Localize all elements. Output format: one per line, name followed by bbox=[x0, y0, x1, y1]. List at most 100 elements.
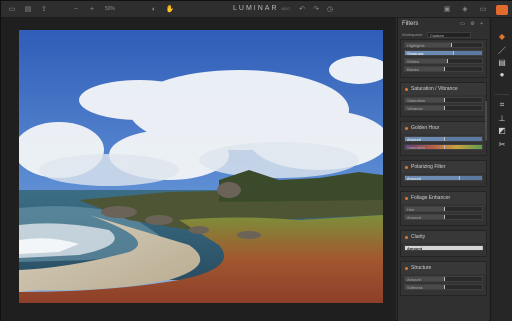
filter-enabled-dot[interactable] bbox=[405, 87, 408, 91]
slider[interactable]: Amount bbox=[404, 175, 483, 181]
histogram-icon[interactable]: ▭ bbox=[478, 5, 488, 14]
clone-stamp-icon[interactable]: ⊥ bbox=[496, 114, 508, 124]
filter-header[interactable]: Clarity bbox=[401, 231, 486, 243]
filter-4: Foliage Enhancer Hue Amount bbox=[400, 191, 487, 226]
filter-header[interactable]: Saturation / Vibrance bbox=[401, 83, 486, 95]
filter-enabled-dot[interactable] bbox=[405, 196, 408, 200]
slider-handle[interactable] bbox=[443, 207, 445, 211]
slider-handle[interactable] bbox=[451, 43, 453, 47]
slider-handle[interactable] bbox=[447, 59, 449, 63]
workspace-dropdown[interactable]: Custom bbox=[427, 31, 472, 38]
slider[interactable]: Amount bbox=[404, 245, 483, 251]
workspace-row: Workspace: Custom bbox=[398, 30, 489, 39]
hand-icon[interactable]: ✋ bbox=[165, 5, 175, 14]
slider-handle[interactable] bbox=[443, 215, 445, 219]
slider-label: Amount bbox=[407, 137, 421, 142]
slider[interactable]: Highlights bbox=[404, 42, 483, 48]
slider[interactable]: Amount bbox=[404, 136, 483, 142]
open-folder-icon[interactable]: ▭ bbox=[7, 5, 17, 14]
filter-enabled-dot[interactable] bbox=[405, 266, 408, 270]
slider[interactable]: Softness bbox=[404, 284, 483, 290]
undo-icon[interactable]: ↶ bbox=[297, 5, 307, 14]
slider[interactable]: Amount bbox=[404, 214, 483, 220]
filter-title: Polarizing Filter bbox=[411, 164, 446, 170]
filter-header[interactable]: Golden Hour bbox=[401, 122, 486, 134]
filter-body: Amount Saturation bbox=[401, 134, 486, 155]
slider-label: Blacks bbox=[407, 67, 419, 72]
slider-label: Saturation bbox=[407, 145, 426, 150]
zoom-in-icon[interactable]: + bbox=[87, 5, 97, 14]
slider-handle[interactable] bbox=[443, 98, 445, 102]
presets-icon[interactable]: ◈ bbox=[460, 5, 470, 14]
slider-label: Shadows bbox=[407, 51, 424, 56]
filter-enabled-dot[interactable] bbox=[405, 126, 408, 130]
workspace-label: Workspace: bbox=[402, 32, 424, 37]
filter-title: Foliage Enhancer bbox=[411, 195, 451, 201]
slider-handle[interactable] bbox=[443, 145, 445, 149]
share-icon[interactable]: ⇪ bbox=[39, 5, 49, 14]
slider[interactable]: Whites bbox=[404, 58, 483, 64]
filter-body: Saturation Vibrance bbox=[401, 95, 486, 116]
image-canvas[interactable] bbox=[1, 18, 396, 321]
history-icon[interactable]: ◷ bbox=[325, 5, 335, 14]
filter-title: Saturation / Vibrance bbox=[411, 86, 458, 92]
brush-icon[interactable]: ／ bbox=[496, 46, 508, 56]
panel-title: Filters bbox=[402, 21, 419, 27]
slider-handle[interactable] bbox=[458, 176, 460, 180]
layers-icon[interactable]: ▣ bbox=[442, 5, 452, 14]
filters-brush-icon[interactable]: ◆ bbox=[496, 32, 508, 42]
filter-title: Structure bbox=[411, 265, 432, 271]
slider-label: Whites bbox=[407, 59, 420, 64]
slider[interactable]: Amount bbox=[404, 276, 483, 282]
luminar-window: ▭ ▤ ⇪ − + 50% ◐ ✋ LUMINAR NEO ↶ ↷ ◷ ▣ ◈ ▭ bbox=[0, 0, 512, 321]
erase-icon[interactable]: ◩ bbox=[496, 126, 508, 136]
zoom-out-icon[interactable]: − bbox=[71, 5, 81, 14]
slider[interactable]: Blacks bbox=[404, 66, 483, 72]
filter-header[interactable]: Structure bbox=[401, 262, 486, 274]
color-icon[interactable]: ● bbox=[496, 70, 508, 80]
slider[interactable]: Hue bbox=[404, 206, 483, 212]
slider[interactable]: Vibrance bbox=[404, 105, 483, 111]
slider[interactable]: Shadows bbox=[404, 50, 483, 56]
filter-1: Saturation / Vibrance Saturation Vibrance bbox=[400, 82, 487, 117]
zoom-level[interactable]: 50% bbox=[105, 6, 115, 12]
slider-label: Amount bbox=[407, 215, 421, 220]
crop-icon[interactable]: ⌗ bbox=[496, 100, 508, 110]
panel-header-icons[interactable]: ▭ ⚙ + bbox=[460, 21, 485, 27]
slider-handle[interactable] bbox=[443, 137, 445, 141]
filters-panel-button[interactable] bbox=[496, 4, 508, 15]
layers-icon[interactable]: ▤ bbox=[496, 58, 508, 68]
slider-handle[interactable] bbox=[452, 51, 454, 55]
redo-icon[interactable]: ↷ bbox=[311, 5, 321, 14]
transform-icon[interactable]: ✂ bbox=[496, 140, 508, 150]
filter-enabled-dot[interactable] bbox=[405, 165, 408, 169]
slider-handle[interactable] bbox=[443, 67, 445, 71]
panel-scrollbar[interactable] bbox=[485, 101, 487, 141]
filter-body: Hue Amount bbox=[401, 204, 486, 225]
landscape-photo bbox=[19, 30, 383, 303]
slider-handle[interactable] bbox=[443, 106, 445, 110]
slider-handle[interactable] bbox=[482, 246, 483, 250]
gallery-icon[interactable]: ▤ bbox=[23, 5, 33, 14]
compare-icon[interactable]: ◐ bbox=[149, 5, 159, 14]
filter-title: Golden Hour bbox=[411, 125, 440, 131]
sidebar-divider bbox=[495, 94, 509, 95]
filters-panel: Filters ▭ ⚙ + Workspace: Custom Highligh… bbox=[397, 18, 489, 321]
filter-5: Clarity Amount bbox=[400, 230, 487, 257]
slider[interactable]: Saturation bbox=[404, 97, 483, 103]
filter-2: Golden Hour Amount Saturation bbox=[400, 121, 487, 156]
tool-sidebar: ◆ ／ ▤ ● ⌗ ⊥ ◩ ✂ bbox=[490, 18, 512, 321]
slider-handle[interactable] bbox=[443, 285, 445, 289]
slider[interactable]: Saturation bbox=[404, 144, 483, 150]
top-right-tools: ▣ ◈ ▭ bbox=[442, 1, 512, 18]
filter-header[interactable]: Foliage Enhancer bbox=[401, 192, 486, 204]
filter-header[interactable]: Polarizing Filter bbox=[401, 161, 486, 173]
filter-0: Highlights Shadows Whites Blacks bbox=[400, 39, 487, 78]
slider-handle[interactable] bbox=[443, 277, 445, 281]
filter-list: Highlights Shadows Whites Blacks Saturation … bbox=[398, 39, 489, 296]
filter-body: Amount bbox=[401, 243, 486, 256]
slider-label: Amount bbox=[407, 277, 421, 282]
slider-label: Softness bbox=[407, 285, 423, 290]
slider-label: Saturation bbox=[407, 98, 426, 103]
filter-enabled-dot[interactable] bbox=[405, 235, 408, 239]
